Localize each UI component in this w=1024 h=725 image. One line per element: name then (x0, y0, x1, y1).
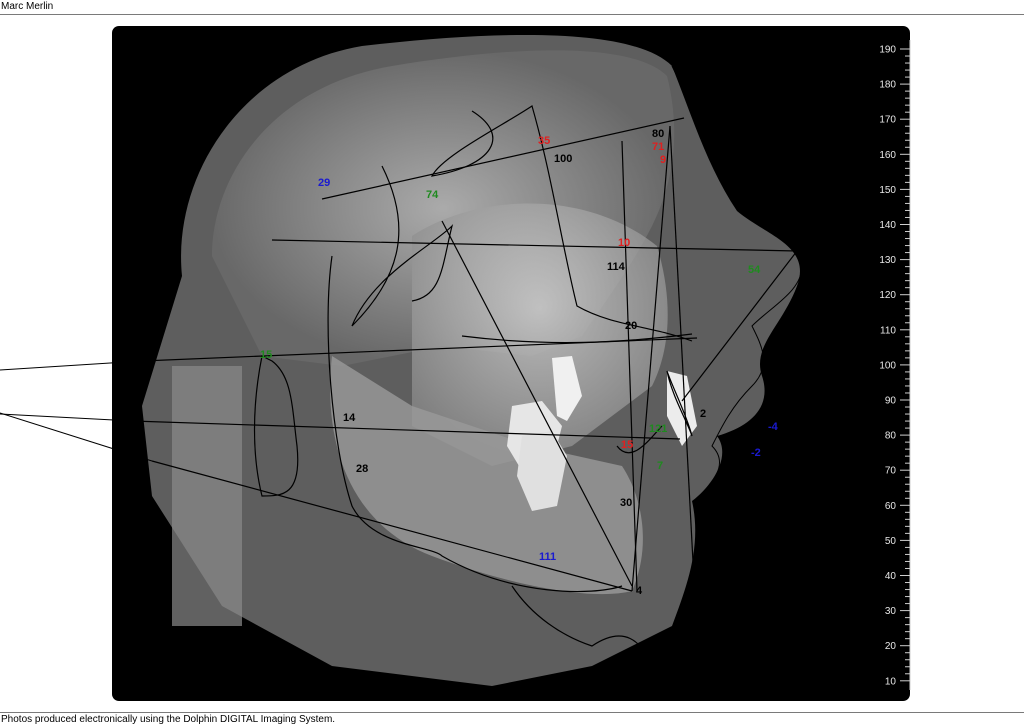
label-54: 54 (748, 264, 761, 276)
label-neg2: -2 (751, 447, 761, 459)
label-35: 35 (538, 135, 551, 147)
label-28: 28 (356, 463, 369, 475)
label-30: 30 (620, 497, 633, 509)
label-15-green: 15 (260, 349, 273, 361)
cephalometric-xray-image (112, 26, 910, 701)
header-bar: Marc Merlin (0, 0, 1024, 15)
label-20: 20 (625, 320, 638, 332)
label-111: 111 (539, 551, 557, 563)
label-neg4: -4 (768, 421, 778, 433)
label-100: 100 (554, 153, 573, 165)
footer-bar: Photos produced electronically using the… (0, 712, 1024, 725)
label-10: 10 (618, 237, 631, 249)
skull-radiograph (131, 34, 803, 686)
label-9: 9 (660, 154, 667, 166)
patient-name: Marc Merlin (1, 1, 54, 12)
label-15-red: 15 (621, 439, 634, 451)
label-74: 74 (426, 189, 439, 201)
label-4: 4 (636, 585, 643, 597)
label-114: 114 (607, 261, 625, 273)
label-80: 80 (652, 128, 665, 140)
cervical-spine (172, 366, 242, 626)
label-121: 121 (649, 423, 668, 435)
label-2: 2 (700, 408, 707, 420)
label-29: 29 (318, 177, 331, 189)
label-14: 14 (343, 412, 356, 424)
label-71: 71 (652, 141, 665, 153)
footer-note: Photos produced electronically using the… (1, 714, 336, 725)
label-7: 7 (657, 460, 664, 472)
